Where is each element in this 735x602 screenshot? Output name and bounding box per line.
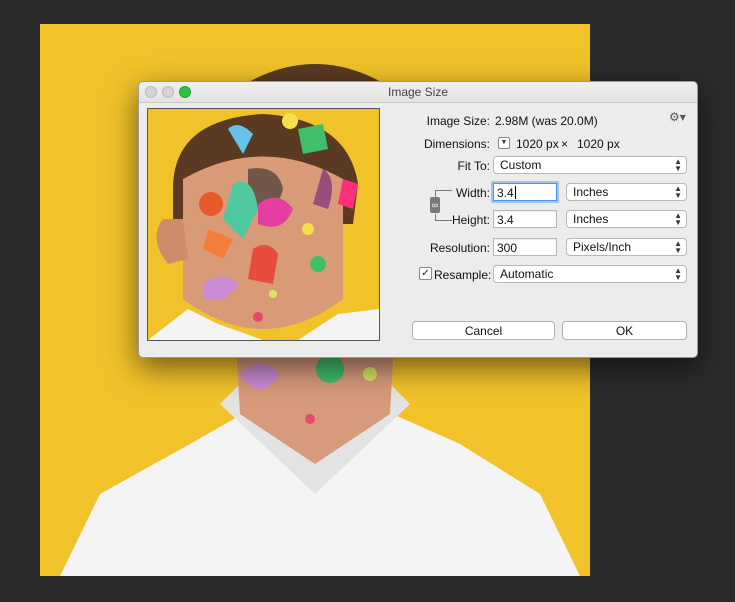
updown-arrows-icon: ▲ ▼ [674,239,682,255]
chevron-down-icon[interactable]: ▼ [498,137,510,149]
resolution-value: 300 [497,241,518,255]
resample-label: Resample: [434,268,492,282]
fit-to-label: Fit To: [457,159,490,173]
height-value: 3.4 [497,213,514,227]
text-caret [514,186,516,199]
fit-to-value: Custom [500,158,542,172]
image-size-value: 2.98M (was 20.0M) [495,114,598,128]
width-unit-select[interactable]: Inches ▲ ▼ [566,183,687,201]
dimensions-times: × [561,137,569,151]
height-label: Height: [451,213,490,227]
resolution-unit-value: Pixels/Inch [573,240,632,254]
title-bar: Image Size [139,82,697,103]
preview-image [148,109,379,340]
dimensions-width: 1020 px [516,137,559,151]
link-icon[interactable]: ∞ [430,197,440,213]
updown-arrows-icon: ▲ ▼ [674,266,682,282]
fit-to-select[interactable]: Custom ▲ ▼ [493,156,687,174]
resample-value: Automatic [500,267,554,281]
resolution-input[interactable]: 300 [493,238,557,256]
updown-arrows-icon: ▲ ▼ [674,157,682,173]
width-value: 3.4 [497,186,514,200]
width-input[interactable]: 3.4 [493,183,557,201]
dimensions-height: 1020 px [577,137,620,151]
image-size-dialog: Image Size ⚙▾ Image Size: 2.98M (was 20.… [138,81,698,358]
updown-arrows-icon: ▲ ▼ [674,184,682,200]
height-unit-value: Inches [573,212,609,226]
resample-select[interactable]: Automatic ▲ ▼ [493,265,687,283]
window-title: Image Size [387,85,449,99]
link-bracket-top [435,190,452,197]
gear-icon[interactable]: ⚙▾ [669,110,686,124]
dimensions-label: Dimensions: [423,137,490,151]
height-unit-select[interactable]: Inches ▲ ▼ [566,210,687,228]
updown-arrows-icon: ▲ ▼ [674,211,682,227]
resample-checkbox[interactable]: ✓ [419,267,432,280]
height-input[interactable]: 3.4 [493,210,557,228]
resolution-label: Resolution: [429,241,490,255]
resolution-unit-select[interactable]: Pixels/Inch ▲ ▼ [566,238,687,256]
image-preview[interactable] [147,108,380,341]
width-unit-value: Inches [573,185,609,199]
image-size-label: Image Size: [426,114,490,128]
ok-button[interactable]: OK [562,321,687,340]
cancel-button[interactable]: Cancel [412,321,555,340]
